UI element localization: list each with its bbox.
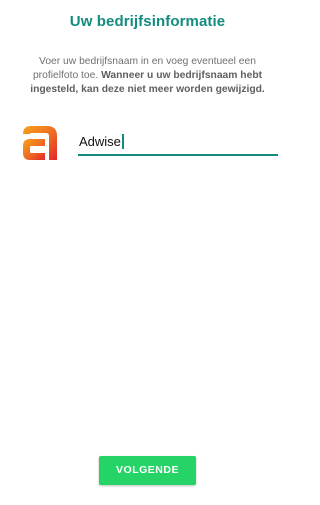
next-button[interactable]: VOLGENDE xyxy=(99,456,196,485)
text-cursor xyxy=(121,134,124,149)
business-name-field[interactable]: Adwise xyxy=(78,132,278,156)
adwise-logo-icon xyxy=(23,126,57,160)
profile-row: Adwise xyxy=(0,118,295,168)
page-title: Uw bedrijfsinformatie xyxy=(69,13,226,30)
business-name-input[interactable]: Adwise xyxy=(79,134,124,149)
profile-photo-button[interactable] xyxy=(19,122,61,164)
business-name-value: Adwise xyxy=(79,134,121,149)
intro-text: Voer uw bedrijfsnaam in en voeg eventuee… xyxy=(18,55,277,97)
